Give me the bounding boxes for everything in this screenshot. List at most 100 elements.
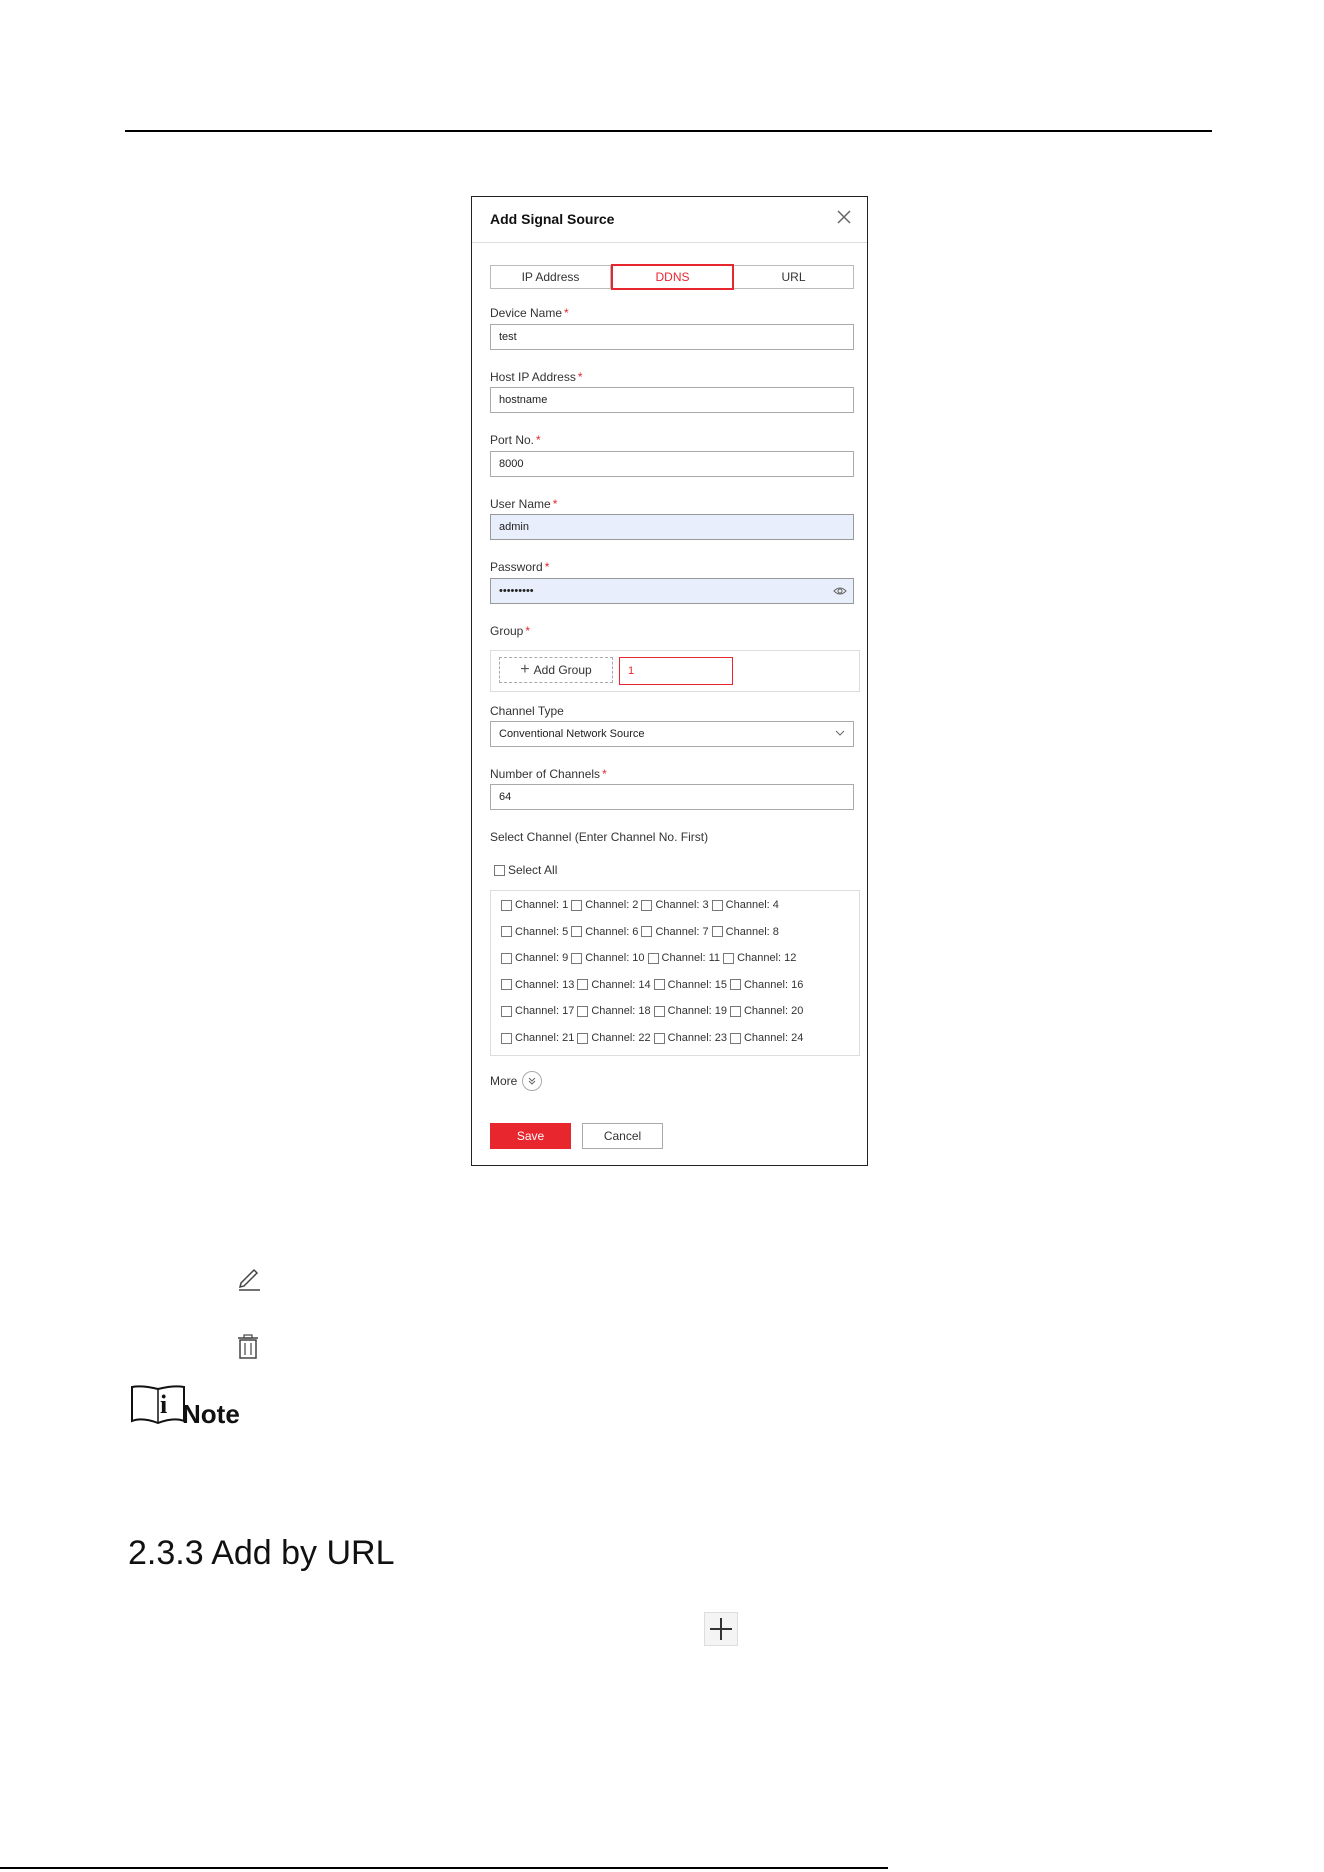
select-all-checkbox[interactable]: [494, 864, 505, 876]
channel-option[interactable]: Channel: 12: [723, 952, 796, 964]
channel-checkbox[interactable]: [501, 979, 512, 991]
channel-option[interactable]: Channel: 17: [501, 1005, 574, 1017]
channel-option[interactable]: Channel: 23: [653, 1032, 727, 1044]
channel-label: Channel: 2: [585, 899, 639, 911]
channel-option[interactable]: Channel: 15: [653, 979, 727, 991]
save-button[interactable]: Save: [490, 1123, 571, 1149]
channel-label: Channel: 6: [585, 925, 639, 938]
channel-option[interactable]: Channel: 3: [641, 899, 709, 911]
channel-option[interactable]: Channel: 6: [571, 926, 638, 938]
channel-label: Channel: 23: [667, 1032, 727, 1044]
channel-checkbox[interactable]: [729, 979, 741, 991]
channel-row: Channel: 17 Channel: 18 Channel: 19 Channel…: [501, 1005, 806, 1017]
close-icon[interactable]: [834, 207, 854, 227]
channel-option[interactable]: Channel: 10: [571, 952, 645, 964]
channel-list: Channel: 1 Channel: 2 Channel: 3 Channel: 4…: [490, 890, 860, 1056]
channel-checkbox[interactable]: [571, 952, 583, 964]
title-divider: [472, 242, 867, 243]
channel-option[interactable]: Channel: 14: [577, 978, 651, 991]
double-chevron-down-icon[interactable]: [522, 1071, 543, 1091]
channel-option[interactable]: Channel: 8: [711, 925, 779, 938]
tab-url[interactable]: URL: [734, 266, 853, 288]
channel-checkbox[interactable]: [577, 979, 589, 991]
num-channels-input[interactable]: 64: [490, 784, 854, 810]
channel-checkbox[interactable]: [501, 952, 512, 964]
header-rule: [125, 130, 1212, 132]
channel-row: Channel: 1 Channel: 2 Channel: 3 Channel: 4: [501, 899, 782, 911]
channel-option[interactable]: Channel: 24: [729, 1032, 803, 1044]
eye-icon[interactable]: [833, 585, 847, 597]
channel-checkbox[interactable]: [501, 899, 512, 911]
user-name-input[interactable]: admin: [490, 514, 854, 540]
channel-checkbox[interactable]: [501, 1005, 512, 1017]
group-container: + Add Group 1: [490, 650, 860, 692]
port-input[interactable]: 8000: [490, 451, 854, 477]
note-icon: i: [131, 1385, 185, 1425]
channel-option[interactable]: Channel: 21: [501, 1032, 574, 1044]
channel-option[interactable]: Channel: 11: [647, 952, 720, 964]
channel-checkbox[interactable]: [641, 899, 653, 911]
num-channels-label: Number of Channels *: [490, 767, 607, 781]
channel-option[interactable]: Channel: 13: [501, 979, 574, 991]
channel-option[interactable]: Channel: 16: [729, 979, 803, 991]
channel-checkbox[interactable]: [501, 926, 512, 938]
channel-checkbox[interactable]: [653, 1032, 665, 1044]
channel-checkbox[interactable]: [577, 1005, 589, 1017]
password-label: Password *: [490, 560, 550, 574]
channel-checkbox[interactable]: [577, 1032, 589, 1044]
channel-option[interactable]: Channel: 18: [577, 1005, 651, 1018]
channel-option[interactable]: Channel: 2: [571, 899, 638, 911]
channel-label: Channel: 8: [725, 925, 779, 938]
tab-ip-address[interactable]: IP Address: [491, 266, 611, 288]
group-name-input[interactable]: 1: [619, 657, 733, 685]
channel-option[interactable]: Channel: 19: [653, 1005, 727, 1017]
host-ip-input[interactable]: hostname: [490, 387, 854, 413]
channel-type-select[interactable]: Conventional Network Source: [490, 721, 854, 747]
channel-label: Channel: 3: [655, 899, 709, 911]
edit-icon: [238, 1268, 260, 1291]
channel-label: Channel: 12: [737, 952, 797, 965]
channel-checkbox[interactable]: [641, 926, 653, 938]
add-group-label: Add Group: [533, 663, 592, 677]
channel-label: Channel: 4: [725, 899, 779, 911]
channel-checkbox[interactable]: [729, 1005, 741, 1017]
channel-checkbox[interactable]: [571, 899, 583, 911]
channel-checkbox[interactable]: [653, 1005, 665, 1017]
channel-checkbox[interactable]: [711, 926, 723, 938]
channel-option[interactable]: Channel: 9: [501, 952, 568, 964]
group-label: Group *: [490, 624, 531, 638]
channel-row: Channel: 9 Channel: 10 Channel: 11 Channel:…: [501, 952, 799, 964]
channel-option[interactable]: Channel: 1: [501, 899, 568, 911]
channel-checkbox[interactable]: [653, 979, 665, 991]
channel-option[interactable]: Channel: 4: [711, 899, 779, 911]
more-label: More: [490, 1074, 518, 1088]
chevron-down-icon: [835, 730, 845, 736]
note-label: Note: [182, 1399, 240, 1429]
section-heading: 2.3.3 Add by URL: [128, 1534, 395, 1572]
password-value: •••••••••: [499, 585, 534, 597]
channel-option[interactable]: Channel: 7: [641, 926, 709, 938]
note-block: i Note: [128, 1383, 240, 1427]
channel-option[interactable]: Channel: 22: [577, 1032, 651, 1044]
channel-label: Channel: 17: [515, 1005, 575, 1018]
tab-ddns[interactable]: DDNS: [611, 264, 734, 290]
channel-option[interactable]: Channel: 20: [729, 1005, 803, 1017]
more-toggle[interactable]: More: [490, 1071, 543, 1091]
channel-checkbox[interactable]: [647, 952, 659, 964]
cancel-button[interactable]: Cancel: [582, 1123, 663, 1149]
port-label: Port No. *: [490, 433, 541, 447]
channel-checkbox[interactable]: [723, 952, 735, 964]
channel-label: Channel: 18: [591, 1005, 651, 1018]
select-all-option[interactable]: Select All: [494, 863, 557, 877]
channel-checkbox[interactable]: [729, 1032, 741, 1044]
channel-checkbox[interactable]: [711, 899, 723, 911]
channel-option[interactable]: Channel: 5: [501, 926, 568, 938]
channel-checkbox[interactable]: [501, 1032, 512, 1044]
add-group-button[interactable]: + Add Group: [499, 657, 613, 683]
device-name-input[interactable]: test: [490, 324, 854, 350]
channel-label: Channel: 5: [515, 925, 569, 938]
channel-row: Channel: 21 Channel: 22 Channel: 23 Channel…: [501, 1032, 806, 1044]
password-field[interactable]: •••••••••: [490, 578, 854, 604]
channel-label: Channel: 14: [591, 978, 651, 991]
channel-checkbox[interactable]: [571, 926, 583, 938]
